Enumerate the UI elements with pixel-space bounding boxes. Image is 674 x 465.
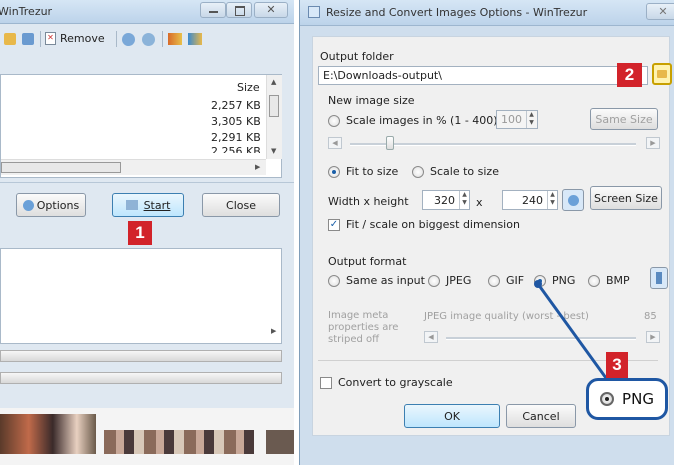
callout-connector-line (536, 283, 608, 379)
png-zoom-label: PNG (622, 390, 654, 408)
png-zoom-radio (600, 392, 615, 406)
callout-line (534, 280, 608, 379)
callout-connector-dot (534, 280, 542, 288)
png-zoom-callout: PNG (586, 378, 668, 420)
callout-badge-3: 3 (606, 352, 628, 378)
